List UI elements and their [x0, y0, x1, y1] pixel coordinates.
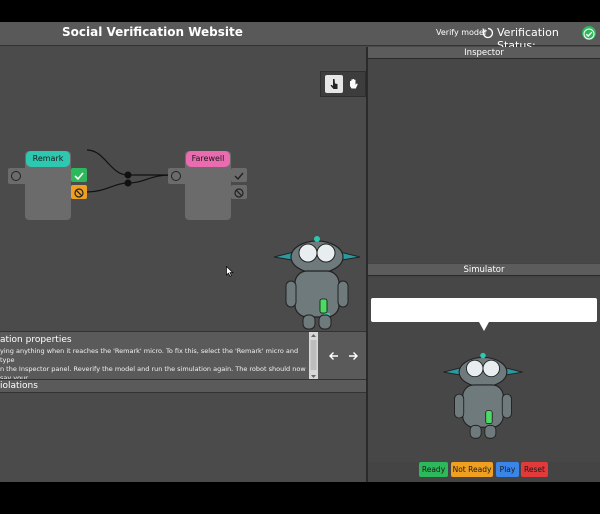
- workspace-canvas[interactable]: Remark Farewell: [0, 47, 366, 331]
- remark-input-port[interactable]: [11, 171, 21, 181]
- remark-node-label: Remark: [26, 151, 70, 167]
- reset-button[interactable]: Reset: [521, 462, 548, 477]
- farewell-success-slot[interactable]: [231, 168, 247, 182]
- properties-panel: ation properties ying anything when it r…: [0, 331, 366, 391]
- header-bar: Social Verification Website Verify model…: [0, 22, 600, 52]
- next-arrow-icon[interactable]: [347, 350, 359, 365]
- inspector-header: Inspector: [368, 47, 600, 59]
- check-icon: [234, 172, 244, 181]
- farewell-fail-slot[interactable]: [231, 185, 247, 199]
- verified-check-icon: [582, 26, 596, 40]
- remark-fail-slot[interactable]: [71, 185, 87, 199]
- page-title: Social Verification Website: [62, 25, 243, 39]
- violations-title: iolations: [0, 381, 38, 391]
- mouse-cursor-icon: [226, 266, 234, 277]
- properties-scrollbar[interactable]: [309, 332, 318, 380]
- farewell-node-label: Farewell: [186, 151, 230, 167]
- ready-button[interactable]: Ready: [419, 462, 448, 477]
- violations-list: [0, 393, 366, 482]
- robot-avatar-icon: [273, 236, 361, 330]
- simulator-controls: Ready Not Ready Play Reset: [366, 459, 598, 482]
- violations-header[interactable]: iolations: [0, 379, 366, 393]
- farewell-input-port[interactable]: [171, 171, 181, 181]
- speech-bubble-tail: [479, 322, 489, 331]
- inspector-panel: [368, 59, 600, 263]
- app-window: Social Verification Website Verify model…: [0, 22, 600, 482]
- simulator-header: Simulator: [368, 264, 600, 276]
- simulator-robot-icon: [443, 352, 523, 439]
- properties-title: ation properties: [0, 335, 72, 345]
- speech-bubble: [371, 298, 597, 322]
- scroll-arrows-icon: [310, 334, 317, 378]
- refresh-icon[interactable]: [482, 27, 494, 39]
- block-icon: [74, 188, 84, 198]
- block-icon: [234, 188, 244, 198]
- play-button[interactable]: Play: [496, 462, 519, 477]
- remark-success-slot[interactable]: [71, 168, 87, 182]
- check-icon: [74, 172, 84, 181]
- verify-model-button[interactable]: Verify model: [436, 28, 486, 37]
- not-ready-button[interactable]: Not Ready: [451, 462, 493, 477]
- previous-arrow-icon[interactable]: [328, 350, 340, 365]
